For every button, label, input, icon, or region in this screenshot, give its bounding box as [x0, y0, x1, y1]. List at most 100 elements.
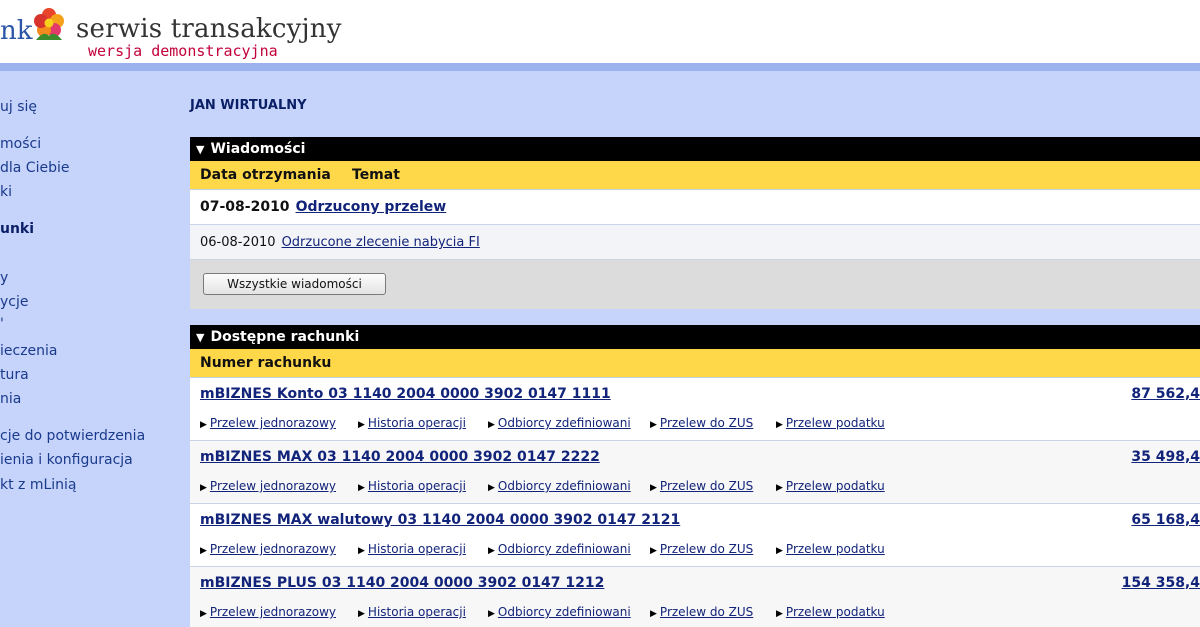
account-row: mBIZNES MAX 03 1140 2004 0000 3902 0147 … [190, 440, 1200, 503]
accounts-panel-header[interactable]: ▼ Dostępne rachunki [190, 325, 1200, 349]
single-transfer-link[interactable]: Przelew jednorazowy [210, 542, 336, 556]
sidebar-item-investments[interactable]: ycje [0, 293, 29, 311]
zus-transfer-link[interactable]: Przelew do ZUS [660, 479, 753, 493]
defined-recipients-link[interactable]: Odbiorcy zdefiniowani [498, 479, 631, 493]
tax-transfer-link[interactable]: Przelew podatku [786, 416, 885, 430]
sidebar-item-insurance[interactable]: ieczenia [0, 342, 58, 360]
account-action: ▶ Przelew do ZUS [650, 542, 753, 556]
defined-recipients-link[interactable]: Odbiorcy zdefiniowani [498, 542, 631, 556]
zus-transfer-link[interactable]: Przelew do ZUS [660, 542, 753, 556]
account-balance-link[interactable]: 35 498,4 [1131, 449, 1200, 465]
account-action: ▶ Przelew jednorazowy [200, 605, 336, 619]
account-balance-link[interactable]: 87 562,4 [1131, 386, 1200, 402]
zus-transfer-link[interactable]: Przelew do ZUS [660, 416, 753, 430]
history-link[interactable]: Historia operacji [368, 605, 466, 619]
message-date: 07-08-2010 [200, 199, 290, 215]
history-link[interactable]: Historia operacji [368, 416, 466, 430]
messages-panel-title: Wiadomości [210, 141, 306, 157]
account-action: ▶ Przelew do ZUS [650, 479, 753, 493]
accounts-list: mBIZNES Konto 03 1140 2004 0000 3902 014… [190, 377, 1200, 627]
arrow-right-icon: ▶ [488, 420, 495, 430]
brand-subtitle: wersja demonstracyjna [88, 42, 278, 60]
account-action: ▶ Przelew jednorazowy [200, 479, 336, 493]
account-action: ▶ Historia operacji [358, 542, 466, 556]
history-link[interactable]: Historia operacji [368, 479, 466, 493]
all-messages-button[interactable]: Wszystkie wiadomości [203, 273, 386, 295]
sidebar-item-pending-confirmations[interactable]: cje do potwierdzenia [0, 427, 145, 445]
account-action: ▶ Przelew podatku [776, 542, 885, 556]
sidebar-item-logout[interactable]: uj się [0, 98, 37, 116]
single-transfer-link[interactable]: Przelew jednorazowy [210, 605, 336, 619]
sidebar-item-cards[interactable]: ki [0, 183, 12, 201]
account-action: ▶ Odbiorcy zdefiniowani [488, 542, 631, 556]
sidebar-item-partial[interactable]: ' [0, 315, 4, 333]
account-action: ▶ Przelew do ZUS [650, 605, 753, 619]
sidebar-item-contact[interactable]: kt z mLinią [0, 476, 77, 494]
accounts-panel: ▼ Dostępne rachunki Numer rachunku mBIZNE… [190, 325, 1200, 627]
arrow-right-icon: ▶ [650, 546, 657, 556]
messages-column-headers: Data otrzymania Temat [190, 161, 1200, 189]
tax-transfer-link[interactable]: Przelew podatku [786, 542, 885, 556]
account-action: ▶ Przelew podatku [776, 479, 885, 493]
sidebar-item-deposits[interactable]: nia [0, 390, 21, 408]
account-action: ▶ Przelew do ZUS [650, 416, 753, 430]
arrow-right-icon: ▶ [776, 483, 783, 493]
account-action: ▶ Odbiorcy zdefiniowani [488, 605, 631, 619]
single-transfer-link[interactable]: Przelew jednorazowy [210, 416, 336, 430]
account-row: mBIZNES PLUS 03 1140 2004 0000 3902 0147… [190, 566, 1200, 627]
account-action: ▶ Przelew jednorazowy [200, 542, 336, 556]
arrow-right-icon: ▶ [200, 483, 207, 493]
sidebar-item-settings[interactable]: ienia i konfiguracja [0, 451, 133, 469]
arrow-right-icon: ▶ [358, 420, 365, 430]
account-balance-link[interactable]: 154 358,4 [1122, 575, 1200, 591]
history-link[interactable]: Historia operacji [368, 542, 466, 556]
tax-transfer-link[interactable]: Przelew podatku [786, 605, 885, 619]
messages-panel-header[interactable]: ▼ Wiadomości [190, 137, 1200, 161]
account-name-link[interactable]: mBIZNES MAX 03 1140 2004 0000 3902 0147 … [200, 449, 600, 465]
message-row: 07-08-2010 Odrzucony przelew [190, 189, 1200, 224]
account-action: ▶ Historia operacji [358, 605, 466, 619]
collapse-triangle-icon[interactable]: ▼ [196, 331, 204, 344]
account-name-link[interactable]: mBIZNES PLUS 03 1140 2004 0000 3902 0147… [200, 575, 604, 591]
sidebar-item-messages[interactable]: mości [0, 135, 41, 153]
tax-transfer-link[interactable]: Przelew podatku [786, 479, 885, 493]
defined-recipients-link[interactable]: Odbiorcy zdefiniowani [498, 605, 631, 619]
header: nk serwis transakcyjny wersja demonstrac… [0, 0, 1200, 66]
account-action: ▶ Przelew podatku [776, 605, 885, 619]
account-name-link[interactable]: mBIZNES MAX walutowy 03 1140 2004 0000 3… [200, 512, 680, 528]
account-action: ▶ Odbiorcy zdefiniowani [488, 479, 631, 493]
sidebar-item-loans[interactable]: y [0, 269, 8, 287]
arrow-right-icon: ▶ [200, 609, 207, 619]
accounts-panel-title: Dostępne rachunki [210, 329, 360, 345]
account-action: ▶ Historia operacji [358, 416, 466, 430]
single-transfer-link[interactable]: Przelew jednorazowy [210, 479, 336, 493]
arrow-right-icon: ▶ [776, 546, 783, 556]
account-balance-link[interactable]: 65 168,4 [1131, 512, 1200, 528]
defined-recipients-link[interactable]: Odbiorcy zdefiniowani [498, 416, 631, 430]
accounts-column-headers: Numer rachunku [190, 349, 1200, 377]
arrow-right-icon: ▶ [358, 483, 365, 493]
sidebar-item-accounts[interactable]: unki [0, 220, 34, 238]
logo-text: nk [0, 16, 33, 46]
account-name-link[interactable]: mBIZNES Konto 03 1140 2004 0000 3902 014… [200, 386, 611, 402]
zus-transfer-link[interactable]: Przelew do ZUS [660, 605, 753, 619]
column-header-account-number[interactable]: Numer rachunku [200, 349, 331, 377]
collapse-triangle-icon[interactable]: ▼ [196, 143, 204, 156]
arrow-right-icon: ▶ [358, 609, 365, 619]
arrow-right-icon: ▶ [358, 546, 365, 556]
message-subject-link[interactable]: Odrzucony przelew [296, 199, 447, 215]
messages-panel: ▼ Wiadomości Data otrzymania Temat 07-08-2… [190, 137, 1200, 309]
sidebar: uj się mości dla Ciebie ki unki y ycje '… [0, 71, 180, 627]
sidebar-item-factoring[interactable]: tura [0, 366, 29, 384]
message-row: 06-08-2010 Odrzucone zlecenie nabycia FI [190, 224, 1200, 259]
account-row: mBIZNES MAX walutowy 03 1140 2004 0000 3… [190, 503, 1200, 566]
arrow-right-icon: ▶ [488, 483, 495, 493]
arrow-right-icon: ▶ [488, 546, 495, 556]
message-date: 06-08-2010 [200, 235, 276, 250]
message-subject-link[interactable]: Odrzucone zlecenie nabycia FI [282, 235, 480, 250]
arrow-right-icon: ▶ [200, 420, 207, 430]
arrow-right-icon: ▶ [650, 609, 657, 619]
sidebar-item-offers[interactable]: dla Ciebie [0, 159, 69, 177]
column-header-subject[interactable]: Temat [352, 161, 400, 189]
column-header-date[interactable]: Data otrzymania [200, 161, 352, 189]
